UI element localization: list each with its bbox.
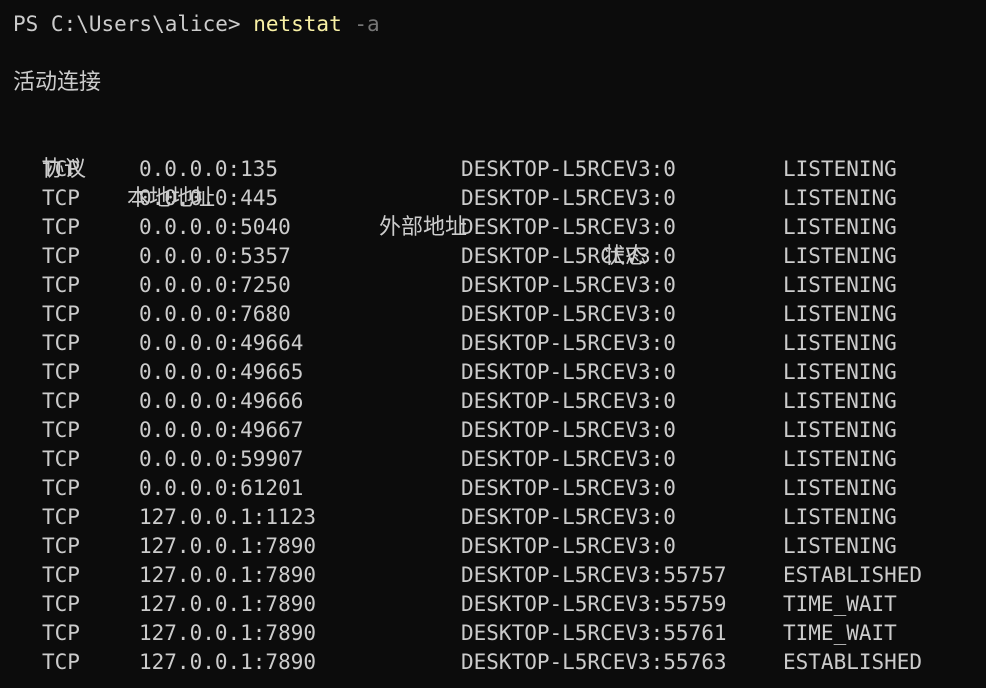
row-state: LISTENING bbox=[783, 244, 897, 268]
row-foreign-address: DESKTOP-L5RCEV3:55759 bbox=[461, 592, 727, 616]
row-local-address: 127.0.0.1:7890 bbox=[139, 534, 317, 558]
row-local-address: 0.0.0.0:61201 bbox=[139, 476, 304, 500]
row-foreign-address: DESKTOP-L5RCEV3:0 bbox=[461, 215, 676, 239]
row-foreign-address: DESKTOP-L5RCEV3:0 bbox=[461, 447, 676, 471]
row-foreign-address: DESKTOP-L5RCEV3:0 bbox=[461, 389, 676, 413]
row-proto: TCP bbox=[42, 447, 80, 471]
prompt-path: PS C:\Users\alice> bbox=[13, 12, 254, 36]
table-row: TCP 0.0.0.0:49665 DESKTOP-L5RCEV3:0 LISTENI… bbox=[0, 358, 986, 387]
row-state: LISTENING bbox=[783, 186, 897, 210]
table-row: TCP 127.0.0.1:7890 DESKTOP-L5RCEV3:0 LISTEN… bbox=[0, 532, 986, 561]
row-foreign-address: DESKTOP-L5RCEV3:0 bbox=[461, 302, 676, 326]
section-title: 活动连接 bbox=[13, 70, 102, 95]
row-state: LISTENING bbox=[783, 418, 897, 442]
row-foreign-address: DESKTOP-L5RCEV3:55761 bbox=[461, 621, 727, 645]
row-local-address: 0.0.0.0:49667 bbox=[139, 418, 304, 442]
row-foreign-address: DESKTOP-L5RCEV3:0 bbox=[461, 534, 676, 558]
row-foreign-address: DESKTOP-L5RCEV3:0 bbox=[461, 186, 676, 210]
table-row: TCP 0.0.0.0:49666 DESKTOP-L5RCEV3:0 LISTENI… bbox=[0, 387, 986, 416]
row-proto: TCP bbox=[42, 215, 80, 239]
row-foreign-address: DESKTOP-L5RCEV3:0 bbox=[461, 418, 676, 442]
row-proto: TCP bbox=[42, 389, 80, 413]
row-state: ESTABLISHED bbox=[783, 650, 923, 674]
terminal-window[interactable]: PS C:\Users\alice> netstat -a 活动连接 协议 本地… bbox=[0, 0, 986, 688]
table-row: TCP 0.0.0.0:49667 DESKTOP-L5RCEV3:0 LISTENI… bbox=[0, 416, 986, 445]
table-row: TCP 127.0.0.1:7890 DESKTOP-L5RCEV3:55759 TI… bbox=[0, 590, 986, 619]
table-row: TCP 127.0.0.1:1123 DESKTOP-L5RCEV3:0 LISTEN… bbox=[0, 503, 986, 532]
row-foreign-address: DESKTOP-L5RCEV3:55757 bbox=[461, 563, 727, 587]
row-proto: TCP bbox=[42, 331, 80, 355]
row-local-address: 0.0.0.0:49664 bbox=[139, 331, 304, 355]
row-local-address: 127.0.0.1:7890 bbox=[139, 650, 317, 674]
row-proto: TCP bbox=[42, 476, 80, 500]
row-local-address: 0.0.0.0:59907 bbox=[139, 447, 304, 471]
row-state: LISTENING bbox=[783, 157, 897, 181]
row-foreign-address: DESKTOP-L5RCEV3:0 bbox=[461, 505, 676, 529]
row-proto: TCP bbox=[42, 360, 80, 384]
row-state: LISTENING bbox=[783, 360, 897, 384]
row-proto: TCP bbox=[42, 592, 80, 616]
row-state: LISTENING bbox=[783, 302, 897, 326]
command-text: netstat bbox=[253, 12, 342, 36]
row-foreign-address: DESKTOP-L5RCEV3:55763 bbox=[461, 650, 727, 674]
table-row: TCP 127.0.0.1:7890 DESKTOP-L5RCEV3:55763 ES… bbox=[0, 648, 986, 677]
row-state: ESTABLISHED bbox=[783, 563, 923, 587]
table-row: TCP 0.0.0.0:7250 DESKTOP-L5RCEV3:0 LISTENIN… bbox=[0, 271, 986, 300]
row-local-address: 0.0.0.0:49666 bbox=[139, 389, 304, 413]
row-state: TIME_WAIT bbox=[783, 592, 897, 616]
command-argument: -a bbox=[354, 12, 380, 36]
row-local-address: 0.0.0.0:7250 bbox=[139, 273, 291, 297]
row-local-address: 0.0.0.0:5357 bbox=[139, 244, 291, 268]
table-row: TCP 0.0.0.0:445 DESKTOP-L5RCEV3:0 LISTENING bbox=[0, 184, 986, 213]
row-local-address: 127.0.0.1:1123 bbox=[139, 505, 317, 529]
row-proto: TCP bbox=[42, 273, 80, 297]
row-state: LISTENING bbox=[783, 215, 897, 239]
row-foreign-address: DESKTOP-L5RCEV3:0 bbox=[461, 157, 676, 181]
table-row: TCP 0.0.0.0:135 DESKTOP-L5RCEV3:0 LISTENING bbox=[0, 155, 986, 184]
row-local-address: 0.0.0.0:445 bbox=[139, 186, 279, 210]
table-row: TCP 0.0.0.0:49664 DESKTOP-L5RCEV3:0 LISTENI… bbox=[0, 329, 986, 358]
row-proto: TCP bbox=[42, 302, 80, 326]
row-proto: TCP bbox=[42, 505, 80, 529]
row-proto: TCP bbox=[42, 157, 80, 181]
row-foreign-address: DESKTOP-L5RCEV3:0 bbox=[461, 331, 676, 355]
row-proto: TCP bbox=[42, 186, 80, 210]
row-local-address: 0.0.0.0:5040 bbox=[139, 215, 291, 239]
row-state: LISTENING bbox=[783, 389, 897, 413]
table-row: TCP 0.0.0.0:59907 DESKTOP-L5RCEV3:0 LISTENI… bbox=[0, 445, 986, 474]
row-local-address: 127.0.0.1:7890 bbox=[139, 592, 317, 616]
row-foreign-address: DESKTOP-L5RCEV3:0 bbox=[461, 360, 676, 384]
row-proto: TCP bbox=[42, 563, 80, 587]
table-row: TCP 0.0.0.0:61201 DESKTOP-L5RCEV3:0 LISTENI… bbox=[0, 474, 986, 503]
table-row: TCP 0.0.0.0:5357 DESKTOP-L5RCEV3:0 LISTENIN… bbox=[0, 242, 986, 271]
row-proto: TCP bbox=[42, 534, 80, 558]
prompt-line: PS C:\Users\alice> netstat -a bbox=[13, 10, 380, 39]
row-proto: TCP bbox=[42, 244, 80, 268]
row-local-address: 0.0.0.0:49665 bbox=[139, 360, 304, 384]
row-local-address: 127.0.0.1:7890 bbox=[139, 621, 317, 645]
row-state: LISTENING bbox=[783, 447, 897, 471]
table-row: TCP 127.0.0.1:7890 DESKTOP-L5RCEV3:55757 ES… bbox=[0, 561, 986, 590]
row-state: LISTENING bbox=[783, 273, 897, 297]
row-proto: TCP bbox=[42, 650, 80, 674]
row-foreign-address: DESKTOP-L5RCEV3:0 bbox=[461, 273, 676, 297]
table-row: TCP 0.0.0.0:7680 DESKTOP-L5RCEV3:0 LISTENIN… bbox=[0, 300, 986, 329]
row-state: LISTENING bbox=[783, 505, 897, 529]
row-local-address: 127.0.0.1:7890 bbox=[139, 563, 317, 587]
row-proto: TCP bbox=[42, 621, 80, 645]
row-state: LISTENING bbox=[783, 534, 897, 558]
table-row: TCP 0.0.0.0:5040 DESKTOP-L5RCEV3:0 LISTENIN… bbox=[0, 213, 986, 242]
table-header: 协议 本地地址 外部地址 状态 bbox=[0, 126, 986, 269]
row-foreign-address: DESKTOP-L5RCEV3:0 bbox=[461, 476, 676, 500]
table-row: TCP 127.0.0.1:7890 DESKTOP-L5RCEV3:55761 TI… bbox=[0, 619, 986, 648]
row-local-address: 0.0.0.0:135 bbox=[139, 157, 279, 181]
row-state: LISTENING bbox=[783, 331, 897, 355]
row-proto: TCP bbox=[42, 418, 80, 442]
row-state: LISTENING bbox=[783, 476, 897, 500]
row-state: TIME_WAIT bbox=[783, 621, 897, 645]
row-local-address: 0.0.0.0:7680 bbox=[139, 302, 291, 326]
row-foreign-address: DESKTOP-L5RCEV3:0 bbox=[461, 244, 676, 268]
